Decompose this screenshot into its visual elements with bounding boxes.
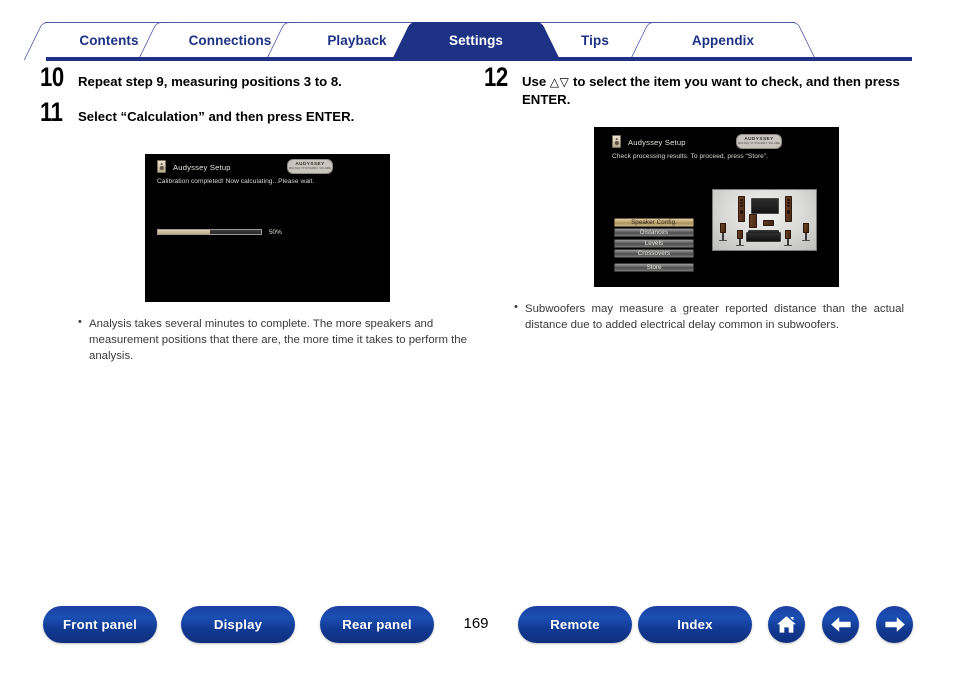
left-notes: Analysis takes several minutes to comple… [40,315,480,365]
subwoofer-icon [763,219,774,226]
audyssey-logo-right: AUDYSSEY MULTEQ XT DYNAMIC VOLUME [736,133,782,149]
osd-screenshot-results: Audyssey Setup AUDYSSEY MULTEQ XT DYNAMI… [594,126,839,287]
osd-title-right: Audyssey Setup [628,137,686,147]
note-subwoofer-distance: Subwoofers may measure a greater reporte… [514,300,904,333]
step-12-text-after: to select the item you want to check, an… [522,74,900,107]
arrow-right-icon[interactable] [876,606,913,643]
menu-item-store[interactable]: Store [614,262,694,272]
right-notes: Subwoofers may measure a greater reporte… [484,300,924,333]
tv-icon [751,197,779,214]
speaker-icon [612,134,621,148]
front-left-speaker-icon [738,195,745,222]
footer-button-display-label: Display [213,617,263,632]
tab-appendix[interactable]: Appendix [651,22,795,58]
updown-arrows-icon: △▽ [549,75,570,89]
tab-list: Contents Connections Playback Settings T… [45,22,795,58]
tab-tips-label: Tips [581,33,609,48]
menu-item-speaker-config[interactable]: Speaker Config. [614,217,694,227]
osd-screenshot-calculating: Audyssey Setup AUDYSSEY MULTEQ XT DYNAMI… [145,153,390,302]
tab-appendix-label: Appendix [691,33,755,48]
menu-item-crossovers-label: Crossovers [637,250,671,258]
footer-button-rear-panel-label: Rear panel [342,617,412,632]
right-column: 12 Use △▽ to select the item you want to… [484,64,924,333]
step-10-number: 10 [40,62,64,92]
footer-button-display[interactable]: Display [181,606,295,643]
speaker-icon [157,159,166,173]
osd-subtitle-right: Check processing results. To proceed, pr… [612,152,769,160]
audyssey-logo-left: AUDYSSEY MULTEQ XT DYNAMIC VOLUME [287,158,333,174]
progress-bar-fill [158,230,210,235]
tab-bar: Contents Connections Playback Settings T… [0,0,954,62]
osd-menu-list: Speaker Config. Distances Levels Crossov… [614,217,694,259]
progress-bar [157,229,262,236]
center-speaker-icon [749,213,757,228]
sofa-icon [746,230,781,242]
step-12-text: Use △▽ to select the item you want to ch… [522,70,924,109]
arrow-left-icon[interactable] [822,606,859,643]
step-11-number: 11 [40,96,63,127]
footer-nav: Front panel Display Rear panel 169 Remot… [0,606,954,652]
progress-row: 50% [157,229,282,236]
front-right-speaker-icon [785,195,792,222]
surround-back-right-speaker-icon [803,222,809,233]
step-11: 11 Select “Calculation” and then press E… [40,98,480,126]
menu-item-distances[interactable]: Distances [614,228,694,238]
surround-back-left-speaker-icon [720,222,726,233]
footer-button-remote-label: Remote [550,617,600,632]
menu-item-store-label: Store [646,263,662,271]
step-10-text: Repeat step 9, measuring positions 3 to … [78,74,342,89]
tab-playback-label: Playback [327,33,387,48]
surround-left-speaker-icon [737,229,743,239]
footer-button-front-panel[interactable]: Front panel [43,606,157,643]
surround-right-speaker-icon [785,229,791,239]
osd-subtitle-left: Calibration completed! Now calculating..… [157,177,315,185]
step-11-text: Select “Calculation” and then press ENTE… [78,108,355,124]
footer-button-index-label: Index [677,617,713,632]
step-10: 10 Repeat step 9, measuring positions 3 … [40,64,480,91]
footer-button-front-panel-label: Front panel [63,617,137,632]
surround-left-stand-base [736,244,744,247]
surround-back-right-base [802,239,810,242]
tab-connections-label: Connections [188,33,272,48]
tab-settings-label: Settings [448,33,504,48]
page-number: 169 [463,615,489,632]
footer-button-index[interactable]: Index [638,606,752,643]
footer-button-remote[interactable]: Remote [518,606,632,643]
step-12-number: 12 [484,62,508,92]
step-12-text-before: Use [522,74,550,89]
tab-settings[interactable]: Settings [413,22,539,58]
note-analysis-time: Analysis takes several minutes to comple… [78,315,472,365]
surround-right-stand-base [784,244,792,247]
osd-title-left: Audyssey Setup [173,162,231,172]
speaker-layout-diagram [712,188,817,251]
left-column: 10 Repeat step 9, measuring positions 3 … [40,64,480,365]
menu-item-speaker-config-label: Speaker Config. [631,218,677,226]
menu-item-levels-label: Levels [644,239,664,247]
audyssey-logo-line2: MULTEQ XT DYNAMIC VOLUME [289,166,331,170]
step-12: 12 Use △▽ to select the item you want to… [484,64,924,109]
surround-back-left-base [719,239,727,242]
menu-item-levels[interactable]: Levels [614,238,694,248]
menu-item-crossovers[interactable]: Crossovers [614,249,694,259]
footer-button-rear-panel[interactable]: Rear panel [320,606,434,643]
home-icon[interactable] [768,606,805,643]
menu-item-distances-label: Distances [639,229,669,237]
audyssey-logo-line2: MULTEQ XT DYNAMIC VOLUME [738,141,780,145]
progress-percent-label: 50% [269,228,282,236]
tab-contents-label: Contents [79,33,139,48]
